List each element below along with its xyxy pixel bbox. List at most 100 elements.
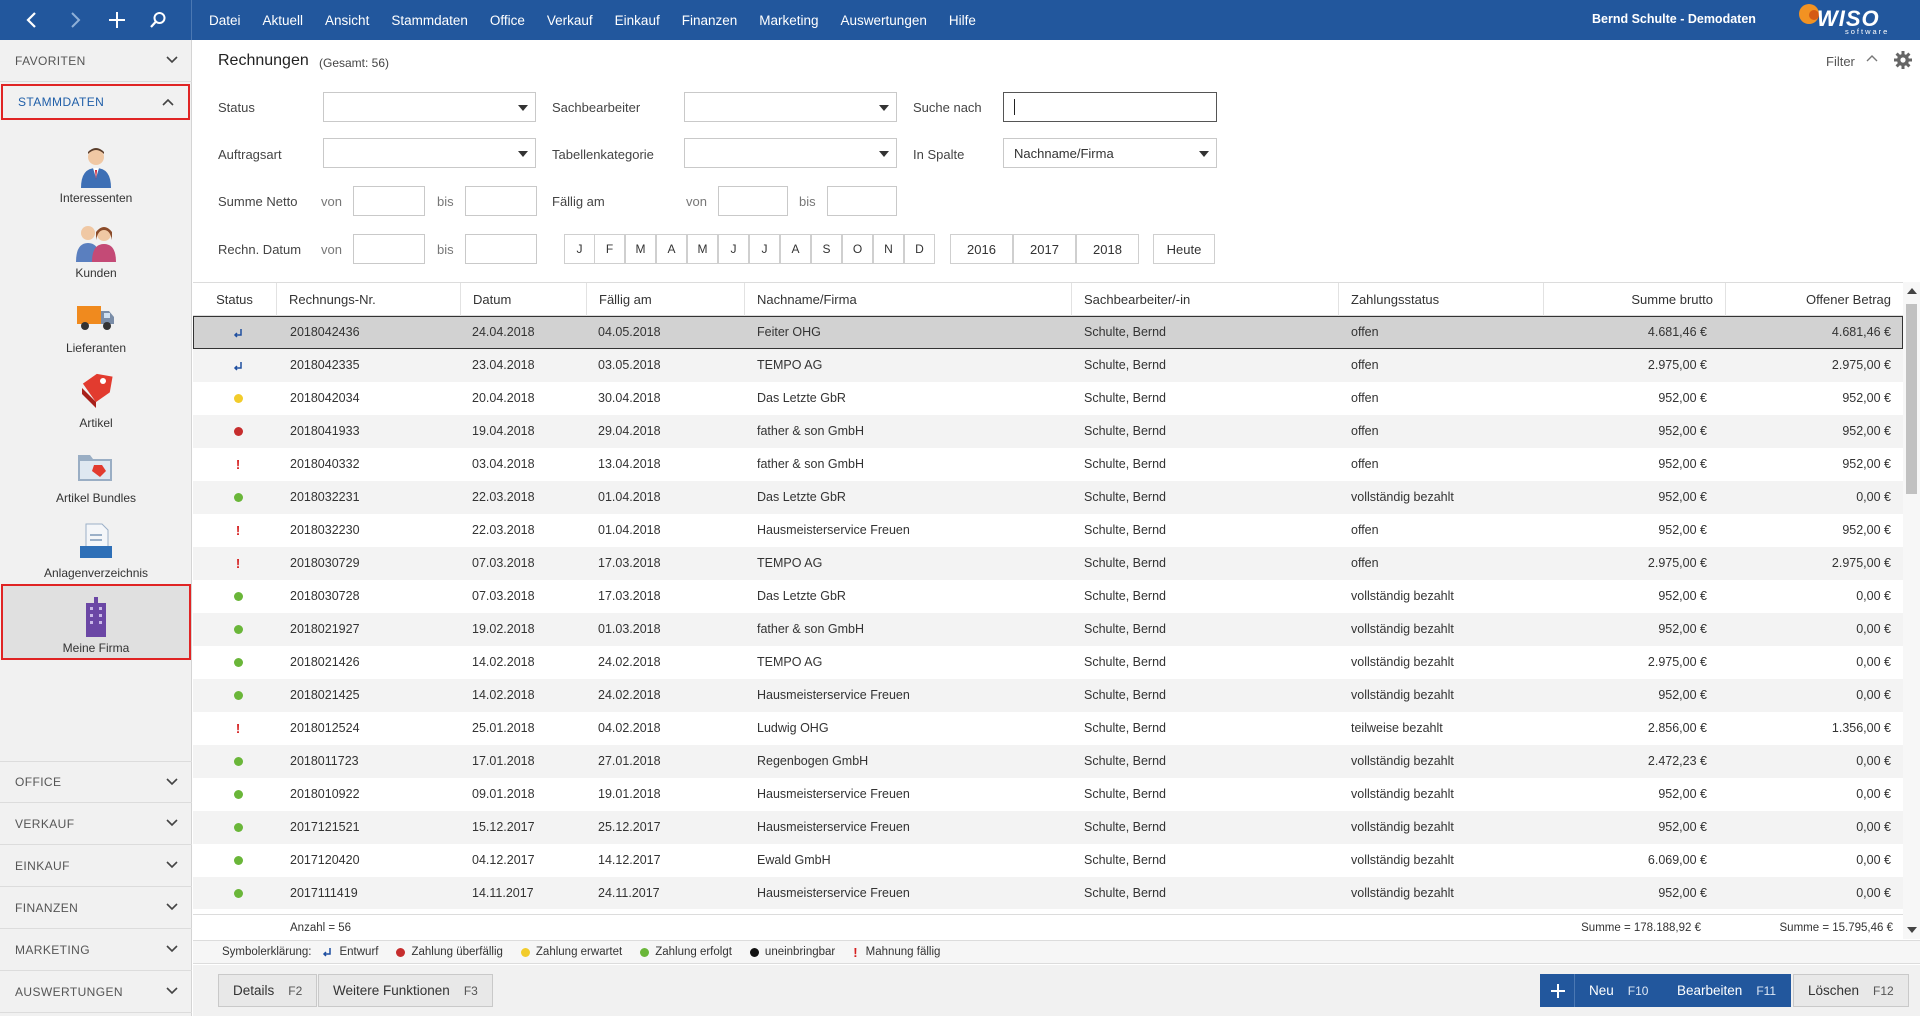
column-offener-betrag[interactable]: Offener Betrag xyxy=(1726,283,1903,316)
menu-datei[interactable]: Datei xyxy=(198,13,252,28)
heute-button[interactable]: Heute xyxy=(1153,234,1215,264)
menu-hilfe[interactable]: Hilfe xyxy=(938,13,987,28)
summe-netto-bis-input[interactable] xyxy=(465,186,537,216)
sidebar-item-anlagenverzeichnis[interactable]: Anlagenverzeichnis xyxy=(0,519,192,593)
month-button-jan[interactable]: J xyxy=(564,234,595,264)
month-button-may[interactable]: M xyxy=(687,234,718,264)
menu-verkauf[interactable]: Verkauf xyxy=(536,13,604,28)
column-faellig-am[interactable]: Fällig am xyxy=(587,283,745,316)
month-button-feb[interactable]: F xyxy=(594,234,625,264)
in-spalte-dropdown[interactable]: Nachname/Firma xyxy=(1003,138,1217,168)
column-rechnungs-nr[interactable]: Rechnungs-Nr. xyxy=(277,283,461,316)
table-row[interactable]: 2018042335 23.04.2018 03.05.2018 TEMPO AG Sc… xyxy=(193,349,1903,382)
table-row[interactable]: ! 2018030729 07.03.2018 17.03.2018 TEMPO AG S… xyxy=(193,547,1903,580)
tabellenkategorie-dropdown[interactable] xyxy=(684,138,897,168)
menu-marketing[interactable]: Marketing xyxy=(748,13,829,28)
loeschen-button[interactable]: Löschen F12 xyxy=(1793,974,1909,1007)
scroll-up-icon[interactable] xyxy=(1907,288,1917,294)
back-icon[interactable] xyxy=(11,0,53,40)
section-finanzen[interactable]: FINANZEN xyxy=(0,887,192,929)
section-stammdaten[interactable]: STAMMDATEN xyxy=(1,84,190,120)
column-sachbearbeiter[interactable]: Sachbearbeiter/-in xyxy=(1072,283,1339,316)
year-button-2016[interactable]: 2016 xyxy=(950,234,1013,264)
legend-erfolgt: Zahlung erfolgt xyxy=(640,946,732,958)
menu-einkauf[interactable]: Einkauf xyxy=(604,13,671,28)
rechn-datum-bis-input[interactable] xyxy=(465,234,537,264)
sidebar-item-meine-firma[interactable]: Meine Firma xyxy=(1,584,191,660)
year-button-2017[interactable]: 2017 xyxy=(1013,234,1076,264)
year-button-2018[interactable]: 2018 xyxy=(1076,234,1139,264)
column-summe-brutto[interactable]: Summe brutto xyxy=(1544,283,1726,316)
chevron-up-icon[interactable] xyxy=(1866,54,1878,64)
table-row[interactable]: 2018042034 20.04.2018 30.04.2018 Das Letzte… xyxy=(193,382,1903,415)
scroll-down-icon[interactable] xyxy=(1907,927,1917,933)
user-name[interactable]: Bernd Schulte - Demodaten xyxy=(1592,12,1756,26)
month-button-nov[interactable]: N xyxy=(873,234,904,264)
section-einkauf[interactable]: EINKAUF xyxy=(0,845,192,887)
section-verkauf[interactable]: VERKAUF xyxy=(0,803,192,845)
table-row[interactable]: ! 2018040332 03.04.2018 13.04.2018 father & … xyxy=(193,448,1903,481)
sidebar-item-artikel[interactable]: Artikel xyxy=(0,369,192,443)
search-input[interactable] xyxy=(1003,92,1217,122)
table-row[interactable]: 2017111419 14.11.2017 24.11.2017 Hausmeiste… xyxy=(193,877,1903,909)
scrollbar-thumb[interactable] xyxy=(1906,304,1917,494)
table-row[interactable]: 2018030728 07.03.2018 17.03.2018 Das Letzte… xyxy=(193,580,1903,613)
faellig-von-input[interactable] xyxy=(718,186,788,216)
table-row[interactable]: 2018011723 17.01.2018 27.01.2018 Regenbogen… xyxy=(193,745,1903,778)
vertical-scrollbar[interactable] xyxy=(1903,282,1920,939)
top-separator xyxy=(191,0,192,40)
table-row[interactable]: ! 2018012524 25.01.2018 04.02.2018 Ludwig OH… xyxy=(193,712,1903,745)
column-zahlungsstatus[interactable]: Zahlungsstatus xyxy=(1339,283,1544,316)
section-auswertungen[interactable]: AUSWERTUNGEN xyxy=(0,971,192,1013)
sidebar-item-interessenten[interactable]: Interessenten xyxy=(0,144,192,218)
table-row[interactable]: 2018021425 14.02.2018 24.02.2018 Hausmeiste… xyxy=(193,679,1903,712)
month-button-apr[interactable]: A xyxy=(656,234,687,264)
section-office[interactable]: OFFICE xyxy=(0,761,192,803)
menu-auswertungen[interactable]: Auswertungen xyxy=(830,13,938,28)
status-dropdown[interactable] xyxy=(323,92,536,122)
menu-aktuell[interactable]: Aktuell xyxy=(252,13,315,28)
faellig-bis-input[interactable] xyxy=(827,186,897,216)
sidebar-item-artikel-bundles[interactable]: Artikel Bundles xyxy=(0,444,192,518)
month-button-mar[interactable]: M xyxy=(625,234,656,264)
rechn-datum-von-input[interactable] xyxy=(353,234,425,264)
table-row[interactable]: 2018042436 24.04.2018 04.05.2018 Feiter OHG… xyxy=(193,316,1903,349)
neu-button[interactable]: Neu F10 xyxy=(1540,974,1664,1007)
table-row[interactable]: 2018041933 19.04.2018 29.04.2018 father & s… xyxy=(193,415,1903,448)
menu-stammdaten[interactable]: Stammdaten xyxy=(380,13,479,28)
filter-toggle[interactable]: Filter xyxy=(1826,54,1855,69)
month-button-jul[interactable]: J xyxy=(749,234,780,264)
table-row[interactable]: 2018021927 19.02.2018 01.03.2018 father & s… xyxy=(193,613,1903,646)
section-favoriten[interactable]: FAVORITEN xyxy=(0,40,192,82)
table-row[interactable]: ! 2018032230 22.03.2018 01.04.2018 Hausmeist… xyxy=(193,514,1903,547)
summe-netto-von-input[interactable] xyxy=(353,186,425,216)
month-button-oct[interactable]: O xyxy=(842,234,873,264)
details-button[interactable]: Details F2 xyxy=(218,974,318,1007)
sidebar-item-kunden[interactable]: Kunden xyxy=(0,219,192,293)
month-button-aug[interactable]: A xyxy=(780,234,811,264)
menu-office[interactable]: Office xyxy=(479,13,536,28)
add-icon[interactable] xyxy=(96,0,138,40)
weitere-funktionen-button[interactable]: Weitere Funktionen F3 xyxy=(318,974,493,1007)
column-status[interactable]: Status xyxy=(193,283,277,316)
month-button-dec[interactable]: D xyxy=(904,234,935,264)
table-row[interactable]: 2018021426 14.02.2018 24.02.2018 TEMPO AG Sc… xyxy=(193,646,1903,679)
table-row[interactable]: 2017121521 15.12.2017 25.12.2017 Hausmeiste… xyxy=(193,811,1903,844)
sidebar-item-lieferanten[interactable]: Lieferanten xyxy=(0,294,192,368)
column-nachname-firma[interactable]: Nachname/Firma xyxy=(745,283,1072,316)
sachbearbeiter-dropdown[interactable] xyxy=(684,92,897,122)
bearbeiten-button[interactable]: Bearbeiten F11 xyxy=(1662,974,1792,1007)
column-datum[interactable]: Datum xyxy=(461,283,587,316)
auftragsart-dropdown[interactable] xyxy=(323,138,536,168)
section-marketing[interactable]: MARKETING xyxy=(0,929,192,971)
table-row[interactable]: 2018010922 09.01.2018 19.01.2018 Hausmeiste… xyxy=(193,778,1903,811)
menu-finanzen[interactable]: Finanzen xyxy=(671,13,749,28)
forward-icon[interactable] xyxy=(54,0,96,40)
menu-ansicht[interactable]: Ansicht xyxy=(314,13,380,28)
month-button-sep[interactable]: S xyxy=(811,234,842,264)
month-button-jun[interactable]: J xyxy=(718,234,749,264)
search-icon[interactable] xyxy=(137,0,179,40)
gear-icon[interactable] xyxy=(1893,50,1913,70)
table-row[interactable]: 2017120420 04.12.2017 14.12.2017 Ewald GmbH… xyxy=(193,844,1903,877)
table-row[interactable]: 2018032231 22.03.2018 01.04.2018 Das Letzte… xyxy=(193,481,1903,514)
